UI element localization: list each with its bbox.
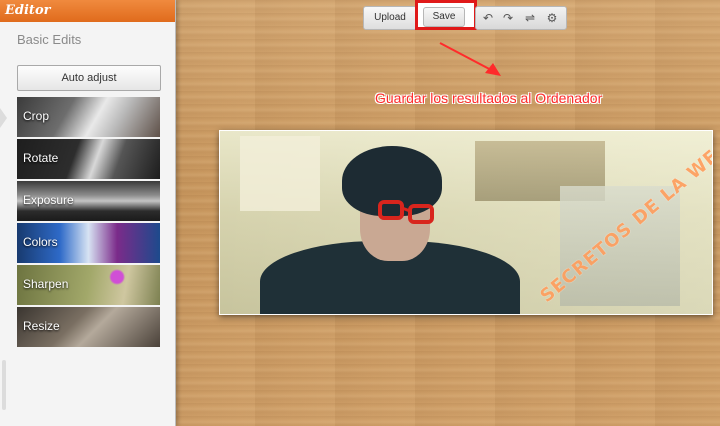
save-button[interactable]: Save <box>423 7 465 27</box>
tool-sharpen-label: Sharpen <box>23 277 69 291</box>
tool-colors-label: Colors <box>23 235 58 249</box>
tool-exposure[interactable]: Exposure <box>17 181 160 221</box>
tool-crop[interactable]: Crop <box>17 97 160 137</box>
auto-adjust-button[interactable]: Auto adjust <box>17 65 161 91</box>
annotation-arrow-icon <box>439 42 501 76</box>
sidebar-notch <box>0 108 7 128</box>
undo-icon[interactable]: ↶ <box>478 7 498 29</box>
toolbar-icon-group: ↶ ↷ ⇌ ⚙ <box>475 6 567 30</box>
tool-crop-label: Crop <box>23 109 50 123</box>
sidebar-scrollbar[interactable] <box>2 360 6 410</box>
editor-header: Editor <box>0 0 175 22</box>
tool-resize[interactable]: Resize <box>17 307 160 347</box>
redo-icon[interactable]: ↷ <box>498 7 518 29</box>
photo-board <box>240 136 320 211</box>
red-glasses-icon <box>378 200 434 224</box>
tool-list: Crop Rotate Exposure Colors Sharpen Resi… <box>17 97 160 349</box>
basic-edits-title: Basic Edits <box>17 32 82 47</box>
tool-colors[interactable]: Colors <box>17 223 160 263</box>
tool-sharpen[interactable]: Sharpen <box>17 265 160 305</box>
photo-preview: SECRETOS DE LA WEB <box>219 130 713 315</box>
compare-icon[interactable]: ⇌ <box>520 7 540 29</box>
settings-gear-icon[interactable]: ⚙ <box>542 7 562 29</box>
tool-exposure-label: Exposure <box>23 193 74 207</box>
tool-rotate-label: Rotate <box>23 151 59 165</box>
annotation-text: Guardar los resultados al Ordenador <box>375 90 603 106</box>
upload-button[interactable]: Upload <box>363 6 417 30</box>
editor-sidebar: Editor Basic Edits Auto adjust Crop Rota… <box>0 0 176 426</box>
tool-resize-label: Resize <box>23 319 60 333</box>
tool-rotate[interactable]: Rotate <box>17 139 160 179</box>
